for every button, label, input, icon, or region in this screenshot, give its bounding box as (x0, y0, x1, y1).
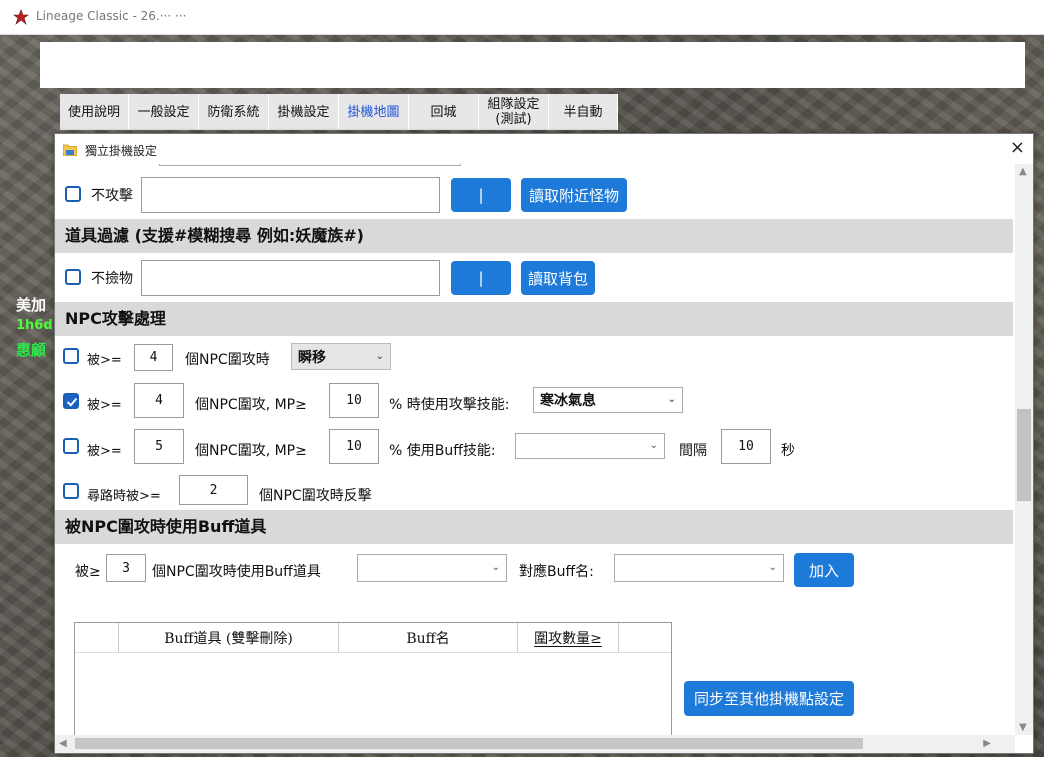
item-filter-header: 道具過濾 (支援#模糊搜尋 例如:妖魔族#) (55, 219, 1013, 253)
no-pickup-separator-button[interactable]: | (451, 261, 511, 295)
buff-item-table: Buff道具 (雙擊刪除) Buff名 圍攻數量≥ (74, 622, 672, 735)
status-panel (40, 42, 1025, 88)
table-row-header-cell (75, 623, 119, 653)
column-header-filler (619, 623, 671, 653)
npc-attack-skill-checkbox[interactable] (63, 393, 79, 409)
chevron-down-icon: ⌄ (375, 350, 384, 362)
scroll-up-icon[interactable]: ▲ (1019, 166, 1027, 177)
tab-return-town[interactable]: 回城 (409, 94, 479, 130)
no-attack-label: 不攻擊 (91, 188, 133, 204)
window-titlebar: Lineage Classic - 26.··· ··· (0, 0, 1044, 35)
npc-attack-skill-value: 寒冰氣息 (540, 393, 596, 409)
idle-settings-dialog: 獨立掛機設定 × 不攻擊 | 讀取附近怪物 道具過濾 (支援#模糊搜尋 例如:妖… (54, 133, 1034, 754)
npc-row1-text: 個NPC圍攻時 (185, 352, 270, 368)
no-attack-input[interactable] (141, 177, 440, 213)
chevron-down-icon: ⌄ (768, 562, 777, 573)
vertical-scrollbar[interactable]: ▲ ▼ (1015, 164, 1033, 735)
lineage-logo-icon (13, 9, 29, 25)
close-icon[interactable]: × (1010, 138, 1025, 158)
chevron-down-icon: ⌄ (667, 394, 676, 405)
chevron-down-icon: ⌄ (491, 562, 500, 573)
pathfind-counter-checkbox[interactable] (63, 483, 79, 499)
checkmark-icon (66, 397, 78, 407)
tab-defense[interactable]: 防衛系統 (199, 94, 269, 130)
partial-field (159, 164, 461, 166)
read-nearby-monsters-button[interactable]: 讀取附近怪物 (521, 178, 627, 212)
npc-row3-interval[interactable]: 10 (721, 429, 771, 464)
npc-row4-text: 個NPC圍攻時反擊 (259, 488, 372, 504)
dialog-content: 不攻擊 | 讀取附近怪物 道具過濾 (支援#模糊搜尋 例如:妖魔族#) 不撿物 … (55, 164, 1013, 735)
npc-row3-count[interactable]: 5 (134, 429, 184, 464)
buff-item-header: 被NPC圍攻時使用Buff道具 (55, 510, 1013, 544)
buff-item-count[interactable]: 3 (106, 554, 146, 582)
read-inventory-button[interactable]: 讀取背包 (521, 261, 595, 295)
npc-row1-action-value: 瞬移 (298, 349, 326, 366)
npc-attack-skill-select[interactable]: 寒冰氣息 ⌄ (533, 387, 683, 413)
npc-row3-interval-label: 間隔 (679, 443, 707, 459)
npc-row1-count[interactable]: 4 (134, 344, 173, 371)
horizontal-scrollbar[interactable]: ◀ ▶ (55, 735, 1015, 753)
sync-settings-button[interactable]: 同步至其他掛機點設定 (684, 681, 854, 716)
no-pickup-label: 不撿物 (91, 271, 133, 287)
no-attack-checkbox[interactable] (65, 186, 81, 202)
tab-usage[interactable]: 使用說明 (60, 94, 129, 130)
folder-icon (63, 144, 77, 156)
npc-row2-count[interactable]: 4 (134, 383, 184, 418)
no-pickup-checkbox[interactable] (65, 269, 81, 285)
column-header-buff-name[interactable]: Buff名 (339, 623, 518, 653)
no-attack-separator-button[interactable]: | (451, 178, 511, 212)
scroll-down-icon[interactable]: ▼ (1019, 722, 1027, 733)
npc-row1-prefix: 被>= (87, 353, 122, 368)
buff-name-select[interactable]: ⌄ (614, 554, 784, 582)
scroll-left-icon[interactable]: ◀ (59, 738, 67, 749)
no-pickup-input[interactable] (141, 260, 440, 296)
buff-name-label: 對應Buff名: (519, 564, 594, 580)
buff-item-select[interactable]: ⌄ (357, 554, 507, 582)
npc-row3-unit: 秒 (781, 443, 795, 459)
hscroll-thumb[interactable] (75, 738, 863, 749)
npc-buff-skill-select[interactable]: ⌄ (515, 433, 665, 459)
npc-row2-text2: % 時使用攻擊技能: (389, 397, 510, 413)
add-buff-button[interactable]: 加入 (794, 553, 854, 587)
window-title: Lineage Classic - 26.··· ··· (36, 9, 187, 23)
npc-row4-prefix: 尋路時被>= (87, 489, 161, 504)
dialog-title: 獨立掛機設定 (85, 144, 158, 158)
player-name-c: 惠顧 (16, 341, 47, 359)
npc-row3-text: 個NPC圍攻, MP≥ (195, 443, 307, 459)
npc-row2-mp[interactable]: 10 (329, 383, 379, 418)
npc-row4-count[interactable]: 2 (179, 475, 248, 505)
tab-idle-settings[interactable]: 掛機設定 (269, 94, 339, 130)
settings-tabs: 使用說明 一般設定 防衛系統 掛機設定 掛機地圖 回城 組隊設定 (測試) 半自… (60, 94, 618, 130)
tab-idle-map[interactable]: 掛機地圖 (339, 94, 409, 130)
buff-item-text: 個NPC圍攻時使用Buff道具 (152, 564, 321, 580)
npc-buff-skill-checkbox[interactable] (63, 438, 79, 454)
scroll-right-icon[interactable]: ▶ (983, 738, 991, 749)
tab-semi-auto[interactable]: 半自動 (549, 94, 618, 130)
tab-general[interactable]: 一般設定 (129, 94, 199, 130)
column-header-count[interactable]: 圍攻數量≥ (518, 623, 619, 653)
npc-teleport-checkbox[interactable] (63, 348, 79, 364)
npc-row2-text: 個NPC圍攻, MP≥ (195, 397, 307, 413)
npc-row3-mp[interactable]: 10 (329, 429, 379, 464)
column-header-buff-item[interactable]: Buff道具 (雙擊刪除) (119, 623, 339, 653)
tab-party[interactable]: 組隊設定 (測試) (479, 94, 549, 130)
chevron-down-icon: ⌄ (649, 440, 658, 451)
npc-row3-text2: % 使用Buff技能: (389, 443, 496, 459)
dialog-header: 獨立掛機設定 × (55, 134, 1033, 164)
scroll-thumb[interactable] (1017, 409, 1031, 501)
player-name-a: 美加 (16, 296, 47, 314)
buff-item-prefix: 被≥ (75, 564, 101, 580)
npc-attack-header: NPC攻擊處理 (55, 302, 1013, 336)
player-name-b: 1h6d (16, 318, 53, 333)
npc-row1-action-select[interactable]: 瞬移 ⌄ (291, 343, 391, 370)
npc-row2-prefix: 被>= (87, 398, 122, 413)
npc-row3-prefix: 被>= (87, 444, 122, 459)
